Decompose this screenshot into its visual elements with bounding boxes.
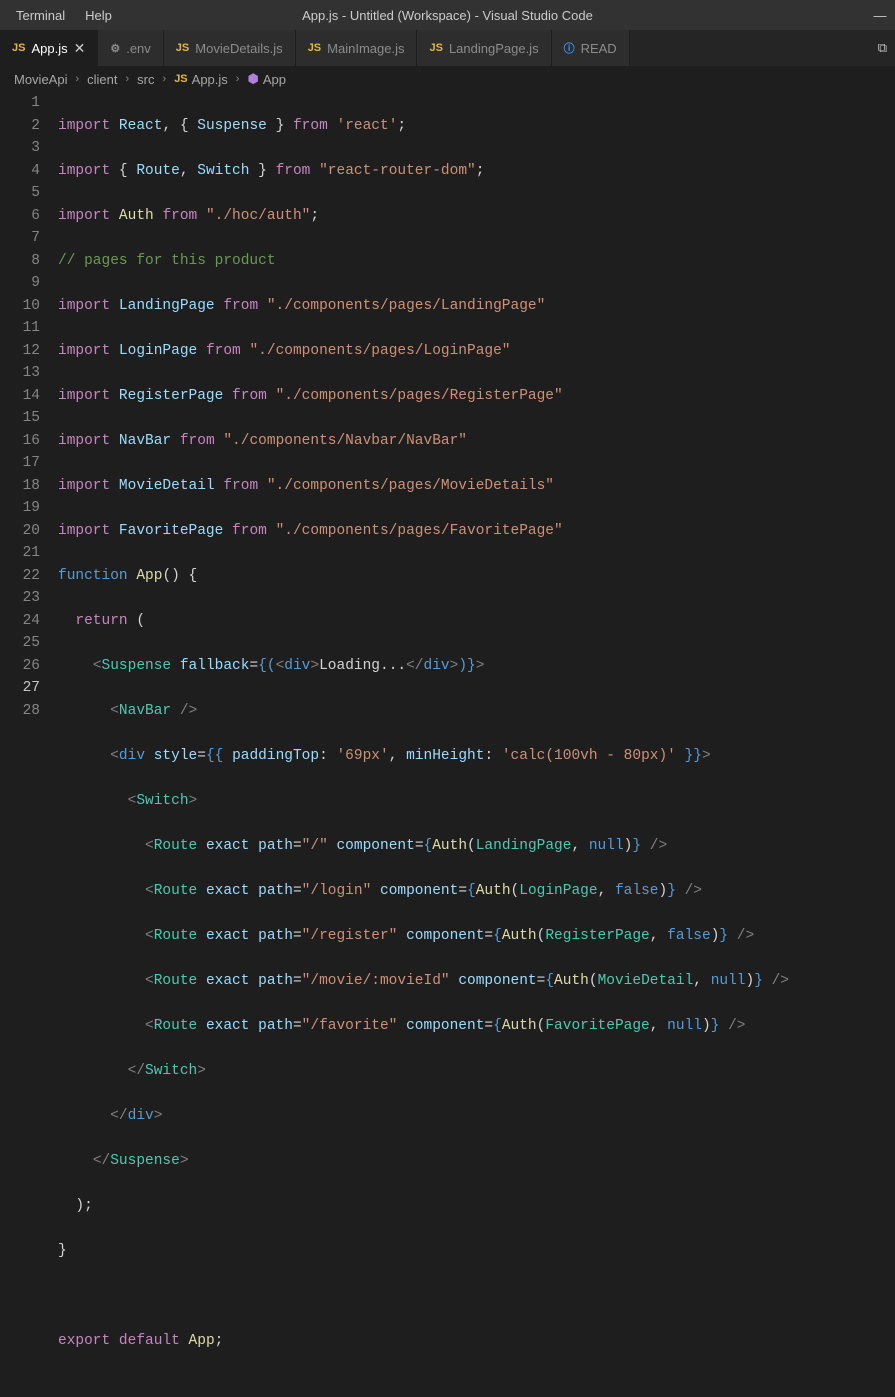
chevron-right-icon: › [159,73,171,85]
breadcrumb-item[interactable]: App.js [192,72,228,87]
code-area[interactable]: import React, { Suspense } from 'react';… [58,92,895,1397]
gear-icon: ⚙ [110,42,120,55]
module-icon: ⬢ [247,71,258,87]
menu-bar: Terminal Help [8,4,120,27]
tab-env[interactable]: ⚙ .env [98,30,163,66]
window-title: App.js - Untitled (Workspace) - Visual S… [302,8,593,23]
chevron-right-icon: › [232,73,244,85]
compare-icon[interactable]: ⧉ [878,40,887,56]
tab-actions: ⧉ [870,30,895,66]
tab-landingpage[interactable]: JS LandingPage.js [417,30,551,66]
chevron-right-icon: › [71,73,83,85]
chevron-right-icon: › [122,73,134,85]
minimize-icon[interactable]: — [873,8,887,23]
tab-moviedetails[interactable]: JS MovieDetails.js [164,30,296,66]
js-icon: JS [12,42,25,54]
js-icon: JS [174,73,187,85]
info-icon: ⓘ [564,40,575,56]
tab-label: LandingPage.js [449,41,539,56]
breadcrumb: MovieApi › client › src › JS App.js › ⬢ … [0,66,895,92]
tab-readme[interactable]: ⓘ READ [552,30,630,66]
tab-bar: JS App.js ✕ ⚙ .env JS MovieDetails.js JS… [0,30,895,66]
breadcrumb-item[interactable]: client [87,72,117,87]
tab-label: READ [581,41,617,56]
breadcrumb-item[interactable]: App [263,72,286,87]
tab-label: .env [126,41,151,56]
breadcrumb-item[interactable]: MovieApi [14,72,67,87]
tab-label: MovieDetails.js [195,41,282,56]
tab-label: MainImage.js [327,41,404,56]
window-controls: — [873,8,887,23]
line-number-gutter: 1 2 3 4 5 6 7 8 9 10 11 12 13 14 15 16 1… [0,92,58,1397]
tab-app-js[interactable]: JS App.js ✕ [0,30,98,66]
js-icon: JS [308,42,321,54]
editor[interactable]: 1 2 3 4 5 6 7 8 9 10 11 12 13 14 15 16 1… [0,92,895,1397]
close-icon[interactable]: ✕ [74,40,86,57]
menu-help[interactable]: Help [77,4,120,27]
js-icon: JS [429,42,442,54]
title-bar: Terminal Help App.js - Untitled (Workspa… [0,0,895,30]
tab-mainimage[interactable]: JS MainImage.js [296,30,418,66]
breadcrumb-item[interactable]: src [137,72,154,87]
tab-label: App.js [31,41,67,56]
menu-terminal[interactable]: Terminal [8,4,73,27]
js-icon: JS [176,42,189,54]
